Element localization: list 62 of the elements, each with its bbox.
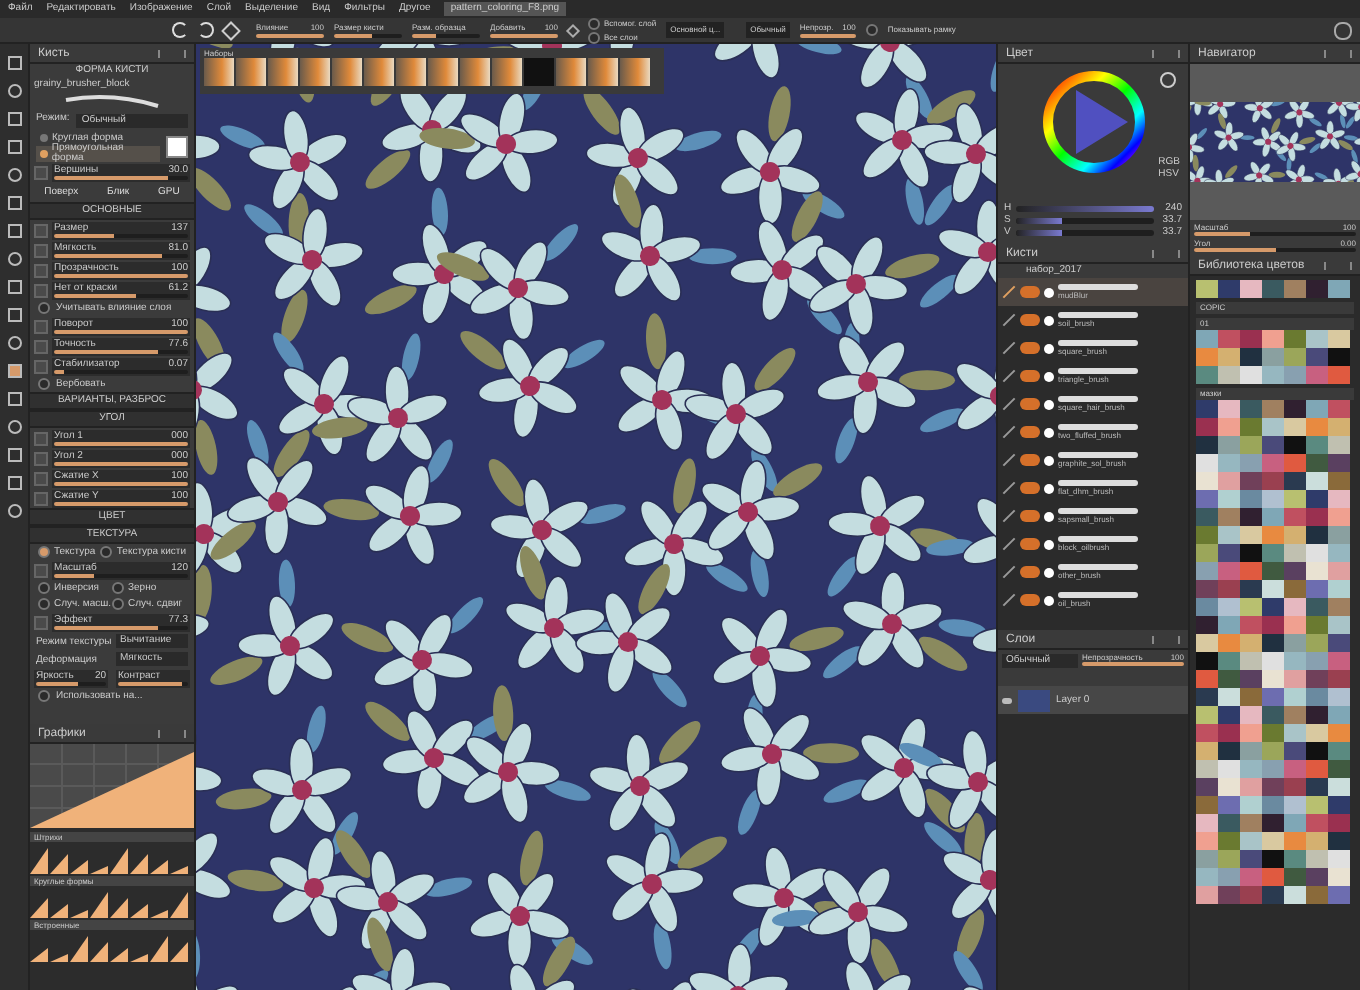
- brush-tip-icon: [1044, 455, 1054, 465]
- undo-icon[interactable]: [172, 22, 188, 38]
- brush-stroke-preview: [1058, 284, 1138, 290]
- brush-preset-thumbnail[interactable]: [204, 58, 234, 86]
- checkbox[interactable]: [38, 378, 50, 390]
- brush-tip-preview: [166, 135, 188, 157]
- brush-preset-thumbnail[interactable]: [460, 58, 490, 86]
- brush-stroke-preview: [62, 90, 162, 110]
- brush-preset-thumbnail[interactable]: [428, 58, 458, 86]
- checkbox[interactable]: [100, 546, 113, 558]
- brush-preset-thumbnail[interactable]: [300, 58, 330, 86]
- brush-preset-thumbnail[interactable]: [236, 58, 266, 86]
- brush-preset-thumbnail[interactable]: [332, 58, 362, 86]
- checkbox[interactable]: [38, 302, 50, 314]
- checkbox[interactable]: [112, 582, 124, 594]
- brush-tip-icon: [1044, 371, 1054, 381]
- checkbox[interactable]: [112, 598, 124, 610]
- brush-preset-thumbnail[interactable]: [396, 58, 426, 86]
- redo-icon[interactable]: [198, 22, 214, 38]
- color-swatches-drawing[interactable]: [1196, 330, 1350, 384]
- layer-thumbnail: [1018, 689, 1050, 711]
- brush-preset-thumbnail[interactable]: [268, 58, 298, 86]
- brush-stroke-preview: [1058, 340, 1138, 346]
- brush-stroke-preview: [1058, 564, 1138, 570]
- brush-preset-thumbnail[interactable]: [588, 58, 618, 86]
- brush-preset-thumbnail[interactable]: [556, 58, 586, 86]
- brush-preset-thumbnail[interactable]: [620, 58, 650, 86]
- curve-graph[interactable]: [30, 744, 194, 828]
- brush-preset-thumbnail[interactable]: [364, 58, 394, 86]
- brush-stroke-preview: [1058, 368, 1138, 374]
- color-swatches-drawing[interactable]: [1196, 280, 1350, 298]
- brush-tip-icon: [1044, 511, 1054, 521]
- checkbox[interactable]: [38, 582, 50, 594]
- brush-tip-icon: [1044, 567, 1054, 577]
- brush-tip-icon: [1044, 483, 1054, 493]
- channel-slider[interactable]: [1016, 216, 1154, 226]
- brush-preset-thumbnail[interactable]: [524, 58, 554, 86]
- brush-tip-icon: [1044, 343, 1054, 353]
- checkbox[interactable]: [38, 690, 50, 702]
- brush-stroke-preview: [1058, 312, 1138, 318]
- brush-stroke-preview: [1058, 452, 1138, 458]
- checkbox[interactable]: [38, 598, 50, 610]
- color-wheel-drawing[interactable]: [1042, 70, 1146, 174]
- visibility-icon[interactable]: [1002, 697, 1012, 703]
- brush-tip-icon: [1044, 287, 1054, 297]
- channel-slider[interactable]: [1016, 228, 1154, 238]
- brush-stroke-preview: [1058, 536, 1138, 542]
- brush-stroke-preview: [1058, 592, 1138, 598]
- brush-tip-icon: [1044, 399, 1054, 409]
- brush-stroke-preview: [1058, 424, 1138, 430]
- brush-tip-icon: [1044, 427, 1054, 437]
- brush-tip-icon: [1044, 595, 1054, 605]
- brush-stroke-preview: [1058, 396, 1138, 402]
- checkbox[interactable]: [588, 31, 600, 43]
- brush-tip-icon: [1044, 315, 1054, 325]
- checkbox[interactable]: [865, 24, 878, 36]
- brush-tip-icon: [1044, 539, 1054, 549]
- brush-stroke-preview: [1058, 480, 1138, 486]
- brush-preset-thumbnail[interactable]: [492, 58, 522, 86]
- color-swatches-drawing[interactable]: [1196, 400, 1350, 904]
- checkbox[interactable]: [38, 546, 50, 558]
- brush-stroke-preview: [1058, 508, 1138, 514]
